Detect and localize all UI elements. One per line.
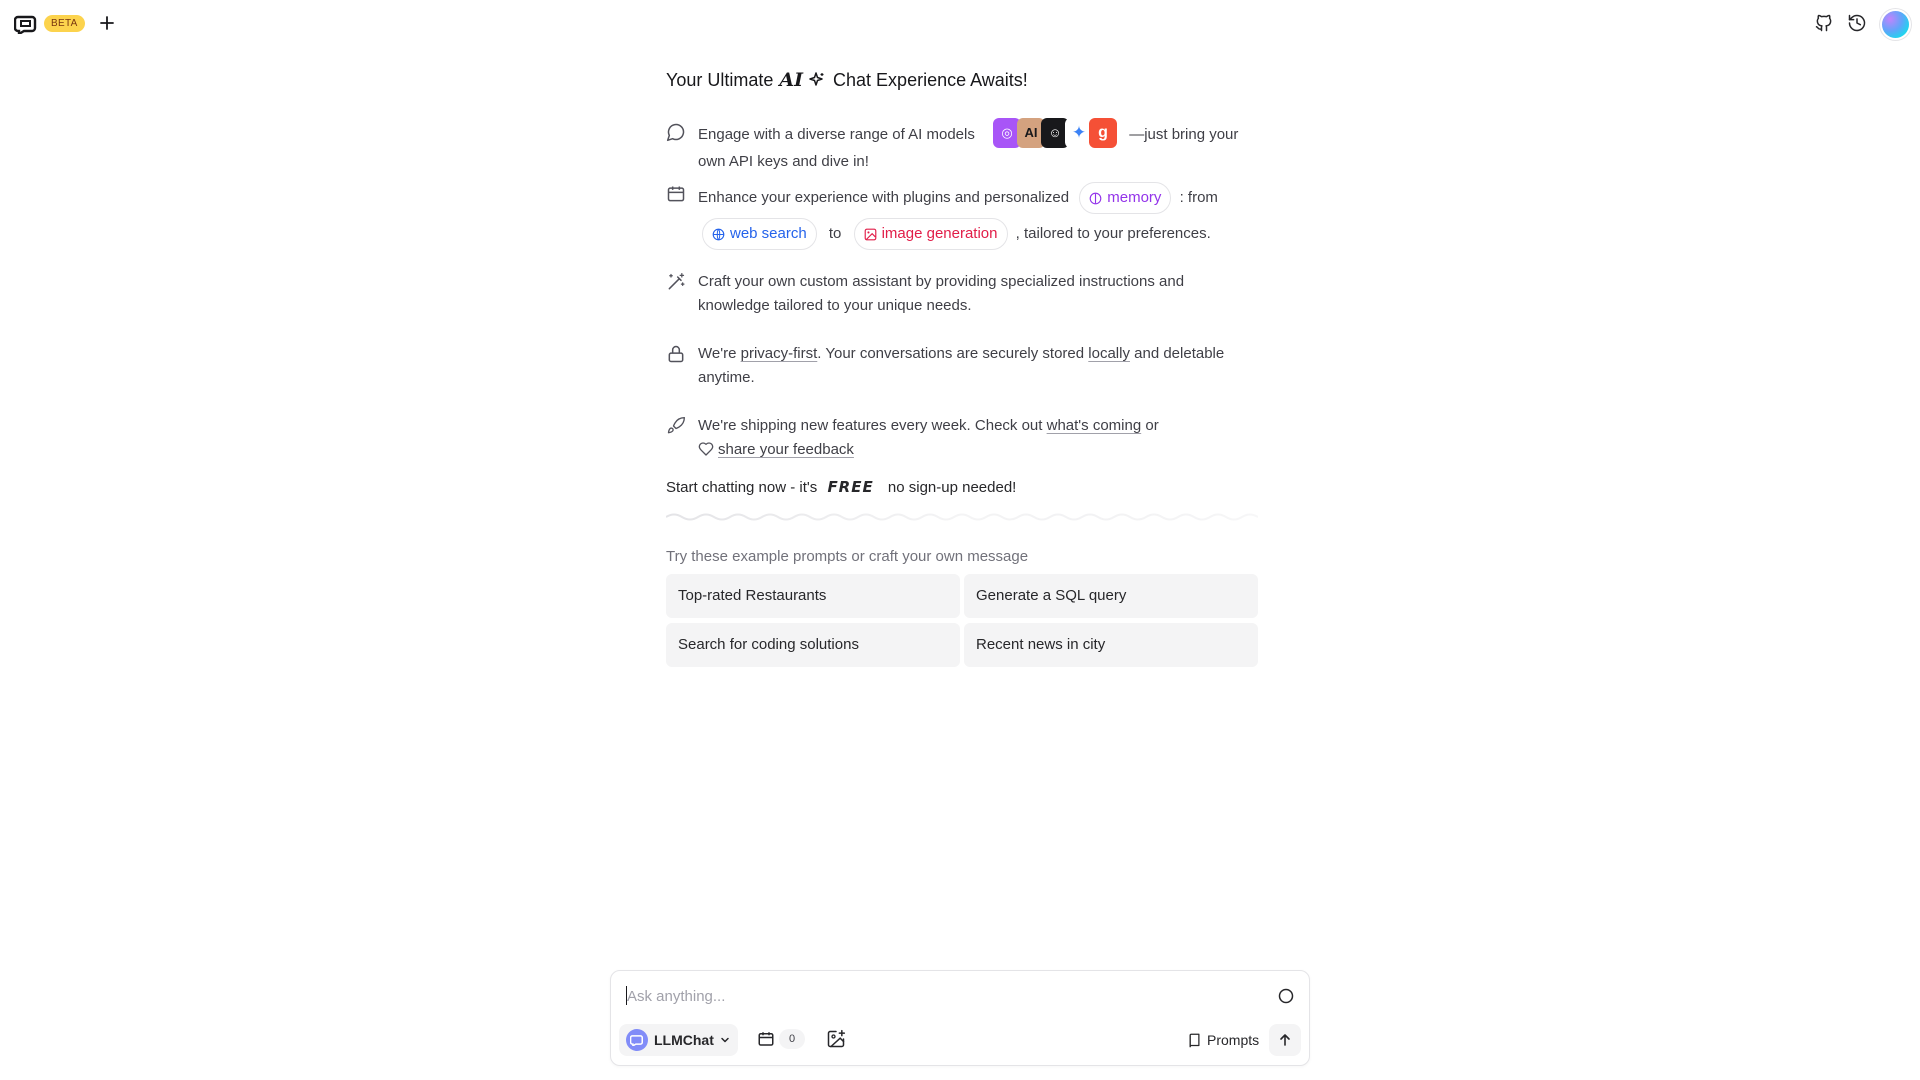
chat-bubble-icon xyxy=(666,122,686,142)
privacy-first-link[interactable]: privacy-first xyxy=(741,345,818,362)
plugin-count-badge: 0 xyxy=(779,1029,805,1049)
send-button[interactable] xyxy=(1269,1024,1301,1056)
sparkle-icon xyxy=(809,72,825,88)
circle-icon[interactable] xyxy=(1278,988,1294,1004)
example-prompt-card[interactable]: Search for coding solutions xyxy=(666,623,960,667)
text-caret xyxy=(626,986,627,1005)
arrow-up-icon xyxy=(1278,1033,1292,1047)
feature-updates-or: or xyxy=(1145,417,1159,434)
image-generation-chip[interactable]: image generation xyxy=(853,218,1008,250)
free-label: FREE xyxy=(827,478,874,496)
model-selector-button[interactable]: LLMChat xyxy=(619,1024,738,1056)
book-icon xyxy=(1187,1033,1202,1048)
groq-logo-icon: g xyxy=(1089,118,1118,148)
memory-chip-label: memory xyxy=(1107,189,1162,206)
locally-link[interactable]: locally xyxy=(1088,345,1130,362)
web-search-chip-label: web search xyxy=(730,225,807,242)
brain-icon xyxy=(1089,192,1102,205)
example-prompt-card[interactable]: Top-rated Restaurants xyxy=(666,574,960,618)
model-selector-label: LLMChat xyxy=(654,1032,714,1048)
wavy-divider xyxy=(666,512,1258,522)
chat-composer: LLMChat 0 Prompts xyxy=(610,970,1310,1066)
chat-input[interactable] xyxy=(627,985,1227,1007)
top-bar: BETA xyxy=(0,0,1920,48)
github-icon[interactable] xyxy=(1814,13,1834,33)
page-title: Your Ultimate AI Chat Experience Awaits! xyxy=(666,66,1258,94)
feature-plugins-text-after: , tailored to your preferences. xyxy=(1015,224,1211,242)
prompts-button[interactable]: Prompts xyxy=(1181,1024,1265,1056)
cta-text-before: Start chatting now - it's xyxy=(666,479,818,496)
example-prompts-grid: Top-rated Restaurants Generate a SQL que… xyxy=(666,574,1258,667)
globe-icon xyxy=(712,228,725,241)
plugin-icon xyxy=(666,184,686,204)
feature-plugins-text: Enhance your experience with plugins and… xyxy=(698,188,1070,206)
feature-models: Engage with a diverse range of AI models… xyxy=(666,118,1258,170)
welcome-panel: Your Ultimate AI Chat Experience Awaits!… xyxy=(666,66,1258,667)
rocket-icon xyxy=(666,416,686,436)
image-upload-icon[interactable] xyxy=(826,1029,846,1049)
model-logos: ◎ AI ☺ ✦ g xyxy=(993,118,1118,148)
history-icon[interactable] xyxy=(1847,13,1867,33)
feature-updates-text: We're shipping new features every week. … xyxy=(698,417,1043,434)
feature-privacy-text-mid: . Your conversations are securely stored xyxy=(817,345,1085,362)
title-ai-text: AI xyxy=(779,69,804,91)
feature-privacy: We're privacy-first. Your conversations … xyxy=(666,342,1258,390)
app-logo-icon[interactable] xyxy=(14,14,38,34)
whats-coming-link[interactable]: what's coming xyxy=(1047,417,1142,434)
examples-title: Try these example prompts or craft your … xyxy=(666,548,1029,565)
example-prompt-card[interactable]: Recent news in city xyxy=(964,623,1258,667)
feature-assistant: Craft your own custom assistant by provi… xyxy=(666,270,1258,318)
feature-plugins-from: : from xyxy=(1179,188,1218,206)
share-feedback-link[interactable]: share your feedback xyxy=(718,441,854,458)
plugins-icon[interactable] xyxy=(757,1030,775,1048)
heart-icon xyxy=(698,441,714,457)
feature-models-text: Engage with a diverse range of AI models xyxy=(698,125,975,143)
example-prompt-card[interactable]: Generate a SQL query xyxy=(964,574,1258,618)
beta-badge: BETA xyxy=(44,15,85,32)
feature-privacy-text-before: We're xyxy=(698,345,737,362)
magic-wand-icon xyxy=(666,272,686,292)
title-text-after: Chat Experience Awaits! xyxy=(833,70,1028,90)
feature-updates: We're shipping new features every week. … xyxy=(666,414,1258,462)
llmchat-logo-icon xyxy=(626,1029,648,1051)
chevron-down-icon xyxy=(719,1034,731,1046)
prompts-label: Prompts xyxy=(1207,1032,1260,1048)
feature-plugins: Enhance your experience with plugins and… xyxy=(666,182,1258,254)
cta-text: Start chatting now - it's FREE no sign-u… xyxy=(666,475,1258,500)
feature-assistant-text: Craft your own custom assistant by provi… xyxy=(698,273,1185,314)
new-chat-plus-icon[interactable] xyxy=(96,12,118,34)
title-text-before: Your Ultimate xyxy=(666,70,774,90)
lock-icon xyxy=(666,344,686,364)
memory-chip[interactable]: memory xyxy=(1079,182,1172,214)
feature-plugins-to: to xyxy=(828,224,842,242)
cta-text-after: no sign-up needed! xyxy=(887,479,1017,496)
image-generation-chip-label: image generation xyxy=(881,225,998,242)
web-search-chip[interactable]: web search xyxy=(702,218,817,250)
image-icon xyxy=(864,228,877,241)
avatar[interactable] xyxy=(1882,11,1909,38)
